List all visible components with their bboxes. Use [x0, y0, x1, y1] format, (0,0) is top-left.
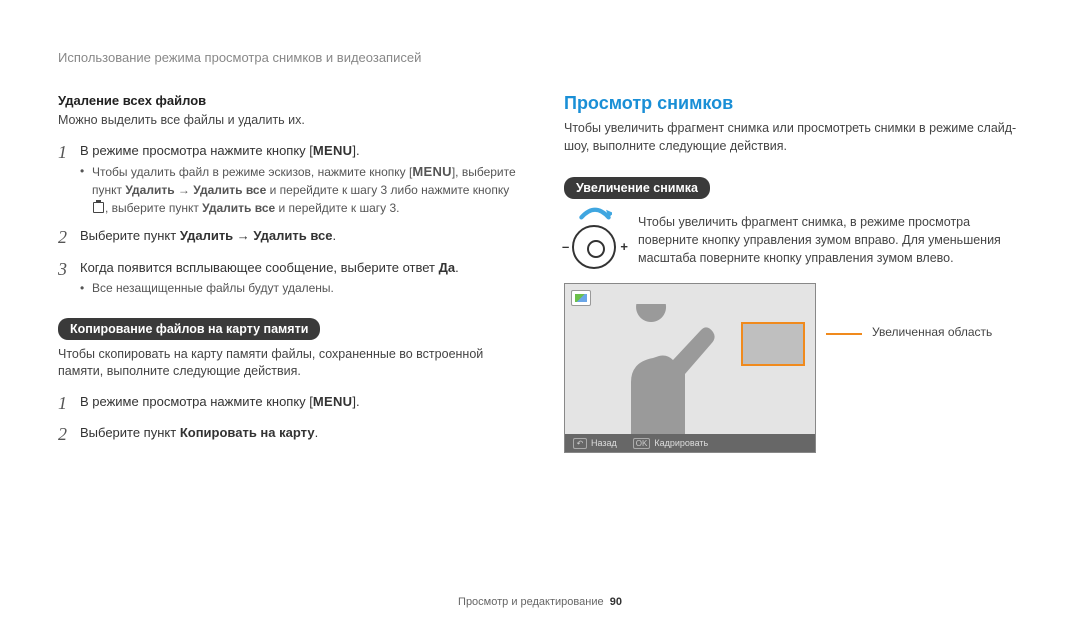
bold-text: Удалить → Удалить все	[180, 228, 333, 243]
menu-token: MENU	[412, 164, 451, 179]
text: .	[315, 425, 319, 440]
zoom-figure-row: – + Чтобы увеличить фрагмент снимка, в р…	[564, 209, 1022, 271]
text: Выберите пункт	[80, 425, 180, 440]
menu-token: MENU	[313, 394, 352, 409]
breadcrumb: Использование режима просмотра снимков и…	[58, 50, 1022, 65]
text: .	[333, 228, 337, 243]
menu-token: MENU	[313, 143, 352, 158]
bold-text: Удалить все	[202, 201, 275, 215]
text: ].	[352, 394, 359, 409]
back-key-label: Назад	[591, 438, 617, 448]
viewing-intro: Чтобы увеличить фрагмент снимка или прос…	[564, 120, 1022, 155]
page-footer: Просмотр и редактирование 90	[0, 596, 1080, 608]
page-number: 90	[610, 596, 622, 608]
camera-preview: ↶ Назад OK Кадрировать	[564, 283, 816, 453]
plus-icon: +	[620, 239, 628, 254]
preview-row: ↶ Назад OK Кадрировать Увеличенная облас…	[564, 283, 1022, 453]
step-body: Выберите пункт Удалить → Удалить все.	[80, 227, 516, 249]
zoom-pill: Увеличение снимка	[564, 177, 710, 199]
step-number: 2	[58, 227, 80, 249]
viewing-heading: Просмотр снимков	[564, 93, 1022, 114]
right-column: Просмотр снимков Чтобы увеличить фрагмен…	[564, 93, 1022, 456]
step-number: 1	[58, 142, 80, 217]
step-body: Когда появится всплывающее сообщение, вы…	[80, 259, 516, 298]
step-body: Выберите пункт Копировать на карту.	[80, 424, 516, 446]
text: В режиме просмотра нажмите кнопку [	[80, 394, 313, 409]
preview-toolbar: ↶ Назад OK Кадрировать	[565, 434, 815, 452]
text: В режиме просмотра нажмите кнопку [	[80, 143, 313, 158]
callout-label: Увеличенная область	[872, 325, 992, 339]
delete-all-heading: Удаление всех файлов	[58, 93, 516, 108]
step-body: В режиме просмотра нажмите кнопку [MENU]…	[80, 142, 516, 217]
text: Когда появится всплывающее сообщение, вы…	[80, 260, 439, 275]
text: .	[455, 260, 459, 275]
step-number: 2	[58, 424, 80, 446]
photo-badge-icon	[571, 290, 591, 306]
delete-step-3: 3 Когда появится всплывающее сообщение, …	[58, 259, 516, 298]
callout-line	[826, 333, 862, 335]
text: ].	[352, 143, 359, 158]
left-column: Удаление всех файлов Можно выделить все …	[58, 93, 516, 456]
dial-icon	[572, 225, 616, 269]
text: и перейдите к шагу 3.	[275, 201, 399, 215]
sub-bullet: Все незащищенные файлы будут удалены.	[80, 280, 516, 297]
copy-steps: 1 В режиме просмотра нажмите кнопку [MEN…	[58, 393, 516, 446]
step-number: 1	[58, 393, 80, 415]
bold-text: Копировать на карту	[180, 425, 315, 440]
delete-step-2: 2 Выберите пункт Удалить → Удалить все.	[58, 227, 516, 249]
delete-all-intro: Можно выделить все файлы и удалить их.	[58, 112, 516, 130]
silhouette-figure	[591, 304, 731, 434]
delete-steps: 1 В режиме просмотра нажмите кнопку [MEN…	[58, 142, 516, 298]
two-column-layout: Удаление всех файлов Можно выделить все …	[58, 93, 1022, 456]
step-number: 3	[58, 259, 80, 298]
ok-key-icon: OK	[633, 438, 651, 449]
bold-text: Удалить → Удалить все	[125, 183, 266, 197]
text: и перейдите к шагу 3 либо нажмите кнопку	[266, 183, 509, 197]
zoom-description: Чтобы увеличить фрагмент снимка, в режим…	[638, 213, 1022, 267]
ok-key-label: Кадрировать	[654, 438, 708, 448]
rotate-arrow-icon	[578, 205, 612, 223]
text: Выберите пункт	[80, 228, 180, 243]
delete-step-1: 1 В режиме просмотра нажмите кнопку [MEN…	[58, 142, 516, 217]
back-key-icon: ↶	[573, 438, 587, 449]
bold-text: Да	[439, 260, 456, 275]
minus-icon: –	[562, 239, 569, 254]
text: , выберите пункт	[105, 201, 202, 215]
sub-bullet: Чтобы удалить файл в режиме эскизов, наж…	[80, 163, 516, 217]
zoom-region-thumbnail	[741, 322, 805, 366]
zoom-dial-figure: – +	[564, 209, 624, 271]
copy-step-1: 1 В режиме просмотра нажмите кнопку [MEN…	[58, 393, 516, 415]
back-key: ↶ Назад	[573, 438, 617, 449]
text: Чтобы удалить файл в режиме эскизов, наж…	[92, 165, 412, 179]
footer-section: Просмотр и редактирование	[458, 596, 604, 608]
ok-key: OK Кадрировать	[633, 438, 708, 449]
trash-icon	[93, 202, 104, 213]
copy-intro: Чтобы скопировать на карту памяти файлы,…	[58, 346, 516, 381]
step-body: В режиме просмотра нажмите кнопку [MENU]…	[80, 393, 516, 415]
copy-pill: Копирование файлов на карту памяти	[58, 318, 320, 340]
copy-step-2: 2 Выберите пункт Копировать на карту.	[58, 424, 516, 446]
